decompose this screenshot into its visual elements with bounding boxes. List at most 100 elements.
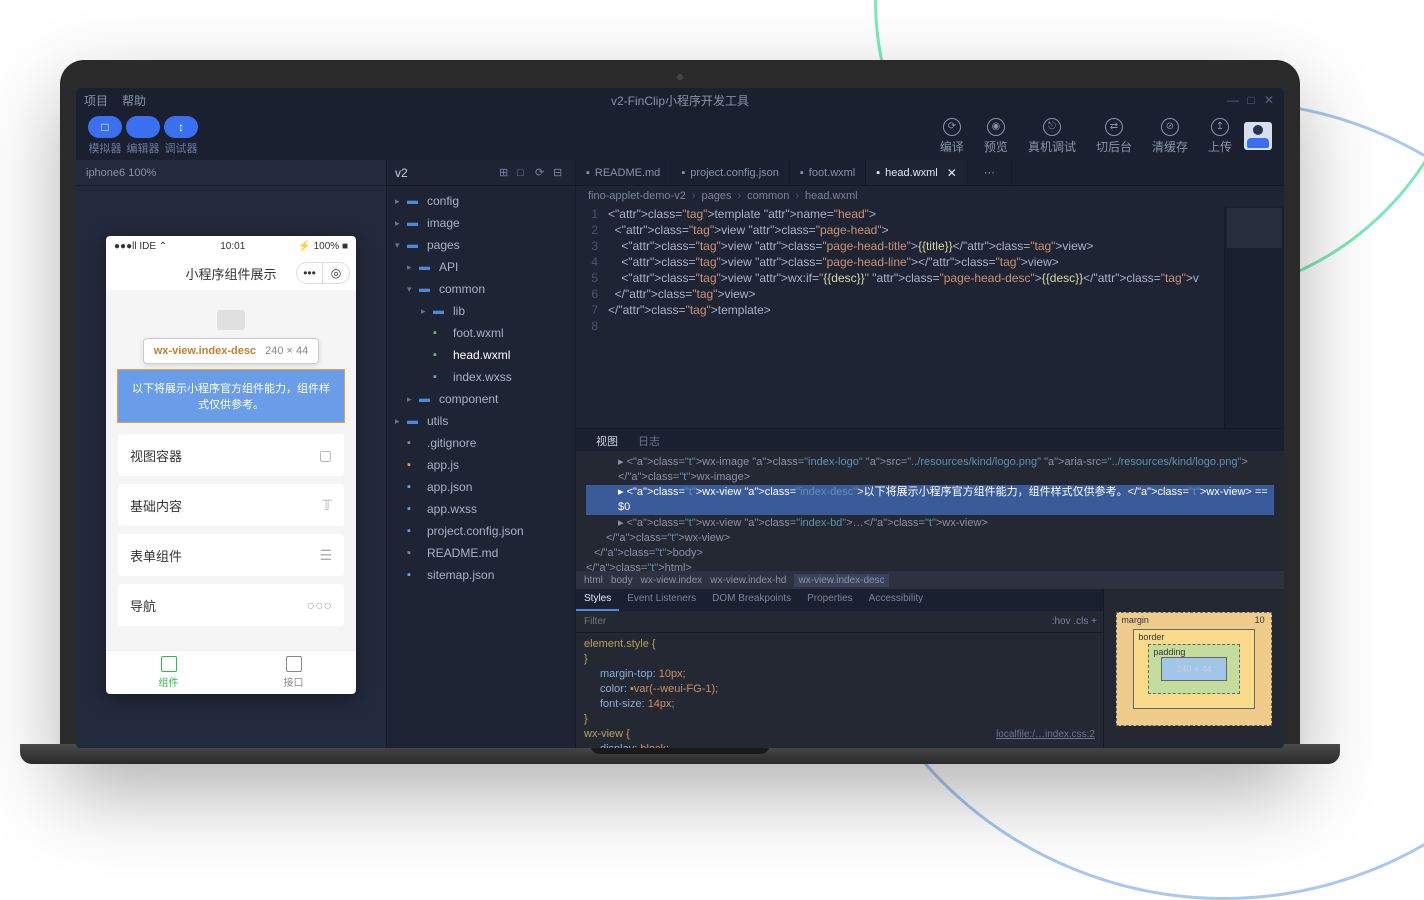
tree-item-head.wxml[interactable]: ▪ head.wxml <box>387 344 575 366</box>
tree-item-utils[interactable]: ▸ ▬ utils <box>387 410 575 432</box>
minimap-viewport[interactable] <box>1227 208 1282 248</box>
tab-overflow-button[interactable]: ⋯ <box>968 160 1012 185</box>
subtab-Properties[interactable]: Properties <box>799 589 861 611</box>
css-rules[interactable]: element.style {}</span><span class="sel"… <box>576 633 1103 748</box>
breadcrumb-item[interactable]: fino-applet-demo-v2 <box>588 190 686 202</box>
tree-item-common[interactable]: ▾ ▬ common <box>387 278 575 300</box>
new-folder-icon[interactable]: □ <box>517 167 531 179</box>
dom-crumb-item[interactable]: body <box>611 575 633 586</box>
tree-item-README.md[interactable]: ▪ README.md <box>387 542 575 564</box>
css-property[interactable]: color: ▪var(--weui-FG-1); <box>584 682 1095 697</box>
rule-selector[interactable]: wx-view { <box>584 728 630 740</box>
highlighted-element[interactable]: 以下将展示小程序官方组件能力，组件样式仅供参考。 <box>118 370 344 422</box>
status-battery: ⚡ 100% ■ <box>298 241 348 252</box>
editor-tab-project.config.json[interactable]: ▪ project.config.json <box>671 160 790 185</box>
tree-item-app.js[interactable]: ▪ app.js <box>387 454 575 476</box>
tree-item-sitemap.json[interactable]: ▪ sitemap.json <box>387 564 575 586</box>
list-item[interactable]: 表单组件 ☰ <box>118 534 344 576</box>
breadcrumb-item[interactable]: pages <box>702 190 732 202</box>
mode-1[interactable]: 编辑器 <box>126 116 160 156</box>
dom-node[interactable]: </"a">class="t">wx-view> <box>586 531 1274 546</box>
tree-item-project.config.json[interactable]: ▪ project.config.json <box>387 520 575 542</box>
window-maximize[interactable]: □ <box>1244 93 1258 107</box>
rule-source[interactable]: localfile:/…index.css:2 <box>996 727 1095 742</box>
tree-item-pages[interactable]: ▾ ▬ pages <box>387 234 575 256</box>
toolbar: □ 模拟器 编辑器 ↕ 调试器 ⟳ 编译 ◉ 预览 ⎋ 真机调试 ⇄ 切后台 ⊘… <box>76 112 1284 160</box>
css-property[interactable]: display: block; <box>584 742 1095 748</box>
rule-selector[interactable]: } <box>584 653 588 665</box>
phone-tab-接口[interactable]: 接口 <box>231 651 356 694</box>
list-item-label: 导航 <box>130 596 156 615</box>
tree-item-label: sitemap.json <box>427 568 494 582</box>
capsule-menu-icon[interactable]: ••• <box>297 263 323 283</box>
tree-item-label: API <box>439 260 458 274</box>
subtab-DOM Breakpoints[interactable]: DOM Breakpoints <box>704 589 799 611</box>
tree-item-app.wxss[interactable]: ▪ app.wxss <box>387 498 575 520</box>
dom-crumb-item[interactable]: wx-view.index-hd <box>710 575 786 586</box>
dom-crumb-item[interactable]: wx-view.index <box>641 575 703 586</box>
dom-node[interactable]: ▸ <"a">class="t">wx-view "a">class="inde… <box>586 516 1274 531</box>
list-item[interactable]: 基础内容 𝕋 <box>118 484 344 526</box>
tree-item-foot.wxml[interactable]: ▪ foot.wxml <box>387 322 575 344</box>
action-切后台[interactable]: ⇄ 切后台 <box>1096 118 1132 155</box>
subtab-Styles[interactable]: Styles <box>576 589 619 611</box>
css-property[interactable]: font-size: 14px; <box>584 697 1095 712</box>
editor-tab-README.md[interactable]: ▪ README.md <box>576 160 671 185</box>
tree-item-API[interactable]: ▸ ▬ API <box>387 256 575 278</box>
dom-crumb-item[interactable]: html <box>584 575 603 586</box>
dom-node[interactable]: </"a">class="t">body> <box>586 546 1274 561</box>
action-上传[interactable]: ↥ 上传 <box>1208 118 1232 155</box>
subtab-Accessibility[interactable]: Accessibility <box>861 589 931 611</box>
dom-node[interactable]: </"a">class="t">html> <box>586 561 1274 571</box>
tree-item-config[interactable]: ▸ ▬ config <box>387 190 575 212</box>
dom-tree[interactable]: ▸ <"a">class="t">wx-image "a">class="ind… <box>576 451 1284 571</box>
breadcrumb-item[interactable]: head.wxml <box>805 190 858 202</box>
editor-tab-foot.wxml[interactable]: ▪ foot.wxml <box>790 160 866 185</box>
mode-2[interactable]: ↕ 调试器 <box>164 116 198 156</box>
devtools-tab-view[interactable]: 视图 <box>586 429 628 451</box>
simulator-device-label[interactable]: iphone6 100% <box>76 160 386 186</box>
rule-selector[interactable]: } <box>584 713 588 725</box>
window-title: v2-FinClip小程序开发工具 <box>611 92 749 109</box>
refresh-icon[interactable]: ⟳ <box>535 166 549 179</box>
tree-item-.gitignore[interactable]: ▪ .gitignore <box>387 432 575 454</box>
user-avatar[interactable] <box>1244 122 1272 150</box>
menu-project[interactable]: 项目 <box>84 92 108 109</box>
collapse-icon[interactable]: ⊟ <box>553 166 567 179</box>
dom-node[interactable]: ▸ <"a">class="t">wx-view "a">class="inde… <box>586 485 1274 515</box>
capsule-close-icon[interactable]: ◎ <box>323 263 349 283</box>
action-预览[interactable]: ◉ 预览 <box>984 118 1008 155</box>
code-editor[interactable]: 12345678 <"attr">class="tag">template "a… <box>576 206 1284 428</box>
close-icon[interactable]: ✕ <box>947 166 957 180</box>
menu-help[interactable]: 帮助 <box>122 92 146 109</box>
breadcrumb-item[interactable]: common <box>747 190 789 202</box>
tree-item-app.json[interactable]: ▪ app.json <box>387 476 575 498</box>
action-清缓存[interactable]: ⊘ 清缓存 <box>1152 118 1188 155</box>
window-minimize[interactable]: — <box>1226 93 1240 107</box>
minimap[interactable] <box>1224 206 1284 428</box>
tree-item-lib[interactable]: ▸ ▬ lib <box>387 300 575 322</box>
phone-tab-组件[interactable]: 组件 <box>106 651 231 694</box>
list-item[interactable]: 视图容器 ▢ <box>118 434 344 476</box>
editor-tab-head.wxml[interactable]: ▪ head.wxml ✕ <box>866 160 968 185</box>
mode-0[interactable]: □ 模拟器 <box>88 116 122 156</box>
css-property[interactable]: margin-top: 10px; <box>584 667 1095 682</box>
action-真机调试[interactable]: ⎋ 真机调试 <box>1028 118 1076 155</box>
box-margin-label: margin <box>1121 615 1149 625</box>
list-item[interactable]: 导航 ○○○ <box>118 584 344 626</box>
dom-node[interactable]: ▸ <"a">class="t">wx-image "a">class="ind… <box>586 455 1274 485</box>
styles-filter-input[interactable] <box>576 611 1046 632</box>
new-file-icon[interactable]: ⊞ <box>499 166 513 179</box>
tree-item-component[interactable]: ▸ ▬ component <box>387 388 575 410</box>
dom-crumb-item[interactable]: wx-view.index-desc <box>794 574 888 587</box>
subtab-Event Listeners[interactable]: Event Listeners <box>619 589 704 611</box>
devtools-tab-log[interactable]: 日志 <box>628 429 670 451</box>
action-编译[interactable]: ⟳ 编译 <box>940 118 964 155</box>
tree-item-index.wxss[interactable]: ▪ index.wxss <box>387 366 575 388</box>
styles-filter-controls[interactable]: :hov .cls + <box>1046 611 1103 632</box>
code-lines[interactable]: <"attr">class="tag">template "attr">name… <box>608 206 1224 428</box>
window-close[interactable]: ✕ <box>1262 93 1276 107</box>
tree-item-image[interactable]: ▸ ▬ image <box>387 212 575 234</box>
capsule-button[interactable]: ••• ◎ <box>296 262 350 284</box>
rule-selector[interactable]: element.style { <box>584 638 656 650</box>
